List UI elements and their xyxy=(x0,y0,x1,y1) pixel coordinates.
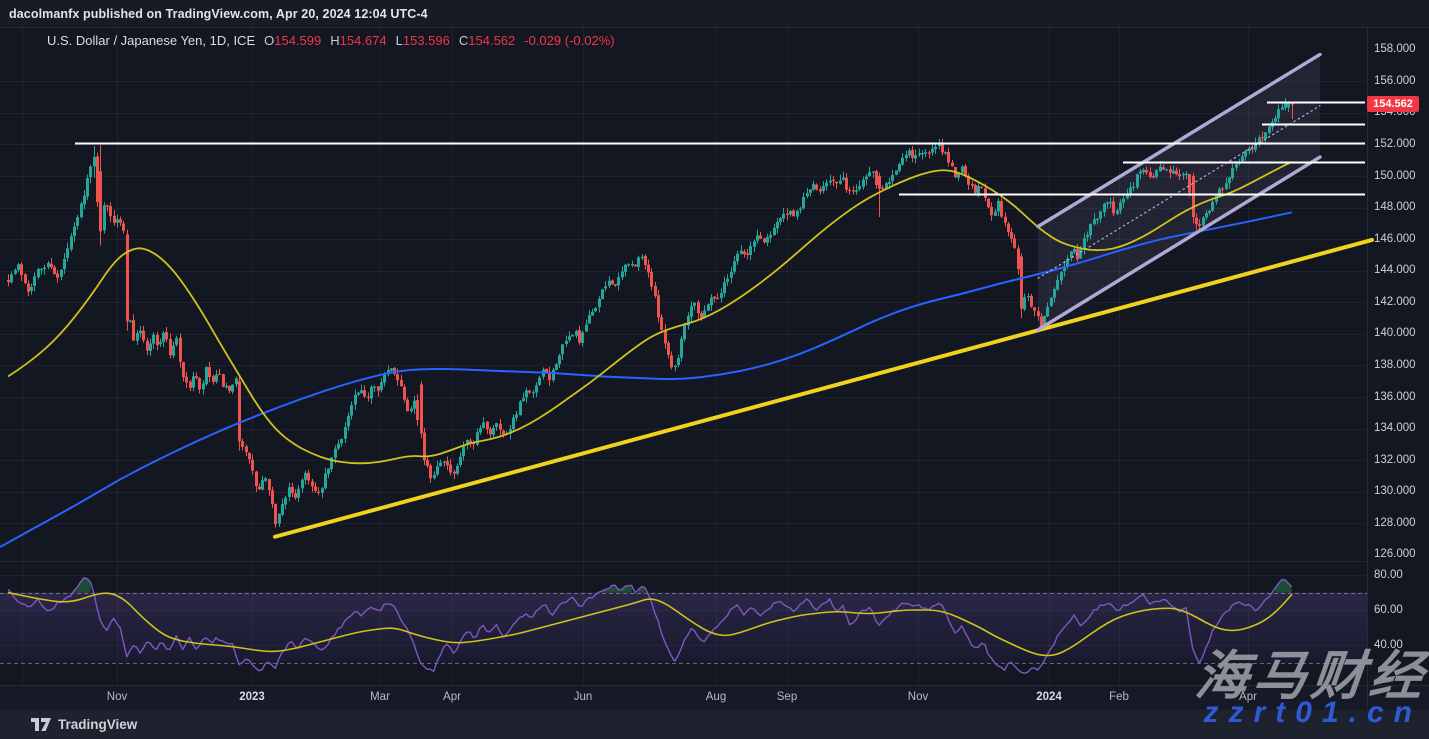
symbol-title: U.S. Dollar / Japanese Yen, 1D, ICE xyxy=(47,33,255,48)
time-tick-label: Apr xyxy=(443,691,461,703)
time-tick-label: Nov xyxy=(107,691,127,703)
price-tick-label: 142.000 xyxy=(1374,296,1416,308)
price-tick-label: 148.000 xyxy=(1374,201,1416,213)
price-tick-label: 126.000 xyxy=(1374,548,1416,560)
last-price-badge: 154.562 xyxy=(1367,96,1419,112)
time-tick-label: Jun xyxy=(574,691,593,703)
time-tick-label: Nov xyxy=(908,691,928,703)
price-tick-label: 130.000 xyxy=(1374,485,1416,497)
change-value: -0.029 (-0.02%) xyxy=(524,33,614,48)
ohlc-high: H154.674 xyxy=(330,33,386,48)
ohlc-low: L153.596 xyxy=(396,33,450,48)
watermark-url: zzrt01.cn xyxy=(1204,696,1422,730)
price-tick-label: 144.000 xyxy=(1374,264,1416,276)
time-tick-label: 2023 xyxy=(239,691,265,703)
tradingview-logo-text[interactable]: TradingView xyxy=(58,717,137,732)
time-tick-label: Mar xyxy=(370,691,390,703)
time-tick-label: Feb xyxy=(1109,691,1129,703)
attribution-text: dacolmanfx published on TradingView.com,… xyxy=(9,7,428,21)
tradingview-logo-icon[interactable] xyxy=(31,718,51,731)
symbol-legend[interactable]: U.S. Dollar / Japanese Yen, 1D, ICE O154… xyxy=(47,33,615,48)
price-tick-label: 150.000 xyxy=(1374,170,1416,182)
ohlc-open: O154.599 xyxy=(264,33,321,48)
rsi-tick-label: 60.00 xyxy=(1374,604,1403,616)
price-tick-label: 134.000 xyxy=(1374,422,1416,434)
price-tick-label: 146.000 xyxy=(1374,233,1416,245)
attribution-bar: dacolmanfx published on TradingView.com,… xyxy=(0,0,1429,28)
time-tick-label: Sep xyxy=(777,691,797,703)
price-tick-label: 158.000 xyxy=(1374,43,1416,55)
price-tick-label: 132.000 xyxy=(1374,454,1416,466)
price-tick-label: 156.000 xyxy=(1374,75,1416,87)
price-tick-label: 128.000 xyxy=(1374,517,1416,529)
tradingview-snapshot: dacolmanfx published on TradingView.com,… xyxy=(0,0,1429,739)
price-tick-label: 136.000 xyxy=(1374,391,1416,403)
price-tick-label: 152.000 xyxy=(1374,138,1416,150)
candlestick-chart-canvas[interactable] xyxy=(0,0,1429,739)
time-tick-label: 2024 xyxy=(1036,691,1062,703)
time-tick-label: Aug xyxy=(706,691,726,703)
price-tick-label: 138.000 xyxy=(1374,359,1416,371)
rsi-tick-label: 80.00 xyxy=(1374,569,1403,581)
ohlc-close: C154.562 xyxy=(459,33,515,48)
price-tick-label: 140.000 xyxy=(1374,327,1416,339)
